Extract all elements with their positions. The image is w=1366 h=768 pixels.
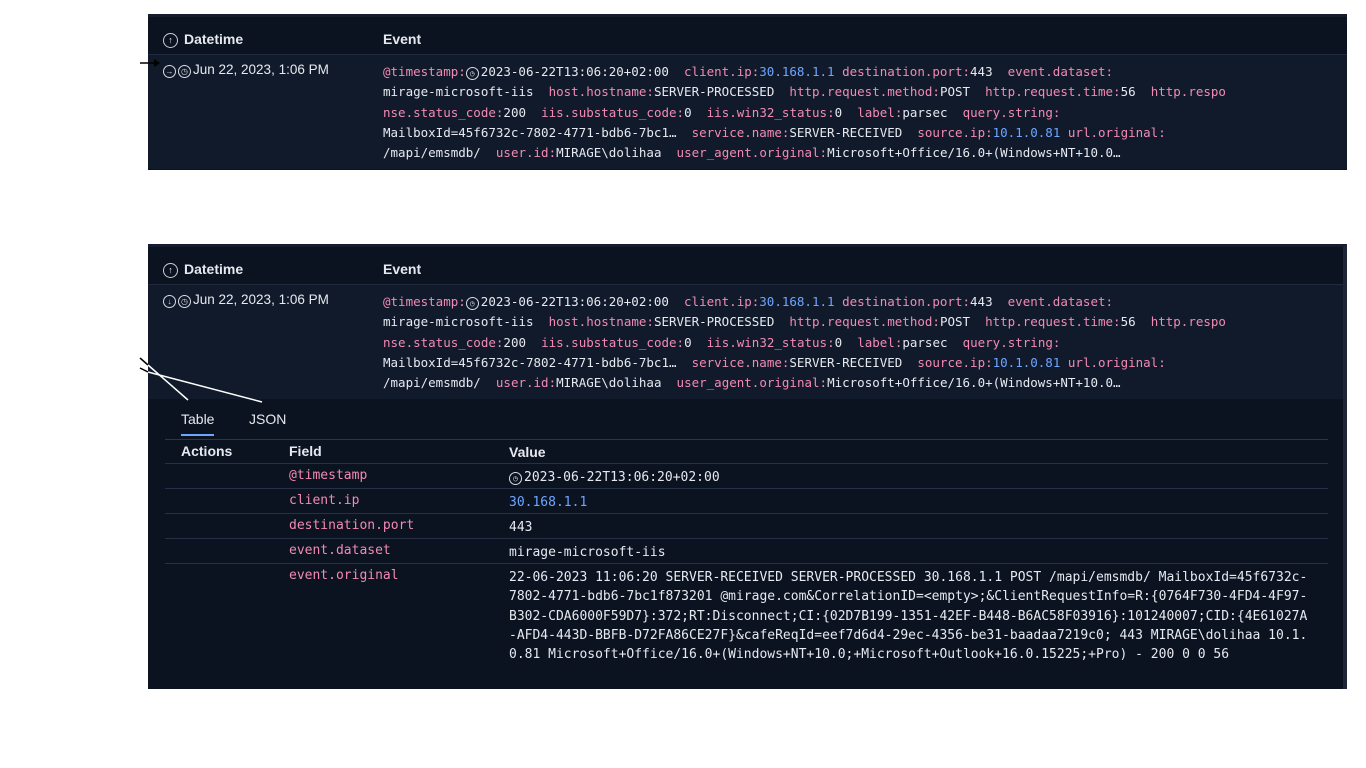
field-value: 30.168.1.1 (509, 495, 588, 510)
clock-icon: ◷ (178, 295, 191, 308)
field-value: 22-06-2023 11:06:20 SERVER-RECEIVED SERV… (509, 570, 1308, 663)
field-name: @timestamp (289, 468, 368, 483)
table-header: ↑ Datetime Event (148, 17, 1347, 54)
field-name: destination.port (289, 518, 415, 533)
sort-arrow-icon[interactable]: ↑ (163, 263, 178, 278)
detail-tabs: Table JSON (165, 403, 1328, 440)
table-header: ↑ Datetime Event (148, 247, 1343, 284)
field-value: 443 (509, 520, 533, 535)
field-name: event.original (289, 568, 399, 583)
event-row[interactable]: ↓ ◷ Jun 22, 2023, 1:06 PM @timestamp: ◷ 2023… (148, 284, 1343, 399)
field-column-header: Field (289, 443, 322, 459)
table-row[interactable]: client.ip 30.168.1.1 (165, 489, 1328, 514)
row-datetime: → ◷ Jun 22, 2023, 1:06 PM (163, 62, 329, 78)
value-column-header: Value (509, 444, 546, 460)
clock-icon: ◷ (509, 472, 522, 485)
field-value: ◷ 2023-06-22T13:06:20+02:00 (509, 468, 1309, 487)
field-name: event.dataset (289, 543, 391, 558)
tab-json[interactable]: JSON (249, 411, 286, 427)
row-datetime: ↓ ◷ Jun 22, 2023, 1:06 PM (163, 292, 329, 308)
collapse-row-icon[interactable]: ↓ (163, 295, 176, 308)
tab-table[interactable]: Table (181, 411, 215, 436)
event-column-header: Event (383, 31, 422, 47)
table-row[interactable]: @timestamp ◷ 2023-06-22T13:06:20+02:00 (165, 464, 1328, 489)
event-log-panel-expanded: ↑ Datetime Event ↓ ◷ Jun 22, 2023, 1:06 PM … (148, 244, 1347, 689)
table-row[interactable]: event.dataset mirage-microsoft-iis (165, 539, 1328, 564)
event-log-panel-collapsed: ↑ Datetime Event → ◷ Jun 22, 2023, 1:06 PM … (148, 14, 1347, 170)
datetime-column-header[interactable]: ↑ Datetime (163, 261, 243, 278)
clock-icon: ◷ (178, 65, 191, 78)
table-row[interactable]: event.original 22-06-2023 11:06:20 SERVE… (165, 564, 1328, 689)
table-row[interactable]: destination.port 443 (165, 514, 1328, 539)
expand-row-icon[interactable]: → (163, 65, 176, 78)
datetime-column-header[interactable]: ↑ Datetime (163, 31, 243, 48)
field-value: mirage-microsoft-iis (509, 545, 666, 560)
detail-table-header: Actions Field Value (165, 439, 1328, 464)
row-event-summary: @timestamp: ◷ 2023-06-22T13:06:20+02:00 cl… (383, 294, 1226, 391)
event-row[interactable]: → ◷ Jun 22, 2023, 1:06 PM @timestamp: ◷ 2023… (148, 54, 1347, 169)
arrow-line (139, 367, 149, 373)
actions-column-header: Actions (181, 443, 233, 459)
sort-arrow-icon[interactable]: ↑ (163, 33, 178, 48)
clock-icon: ◷ (465, 67, 479, 80)
clock-icon: ◷ (465, 297, 479, 310)
field-name: client.ip (289, 493, 360, 508)
arrow-line (139, 357, 149, 366)
event-column-header: Event (383, 261, 422, 277)
row-event-summary: @timestamp: ◷ 2023-06-22T13:06:20+02:00 cl… (383, 64, 1226, 161)
